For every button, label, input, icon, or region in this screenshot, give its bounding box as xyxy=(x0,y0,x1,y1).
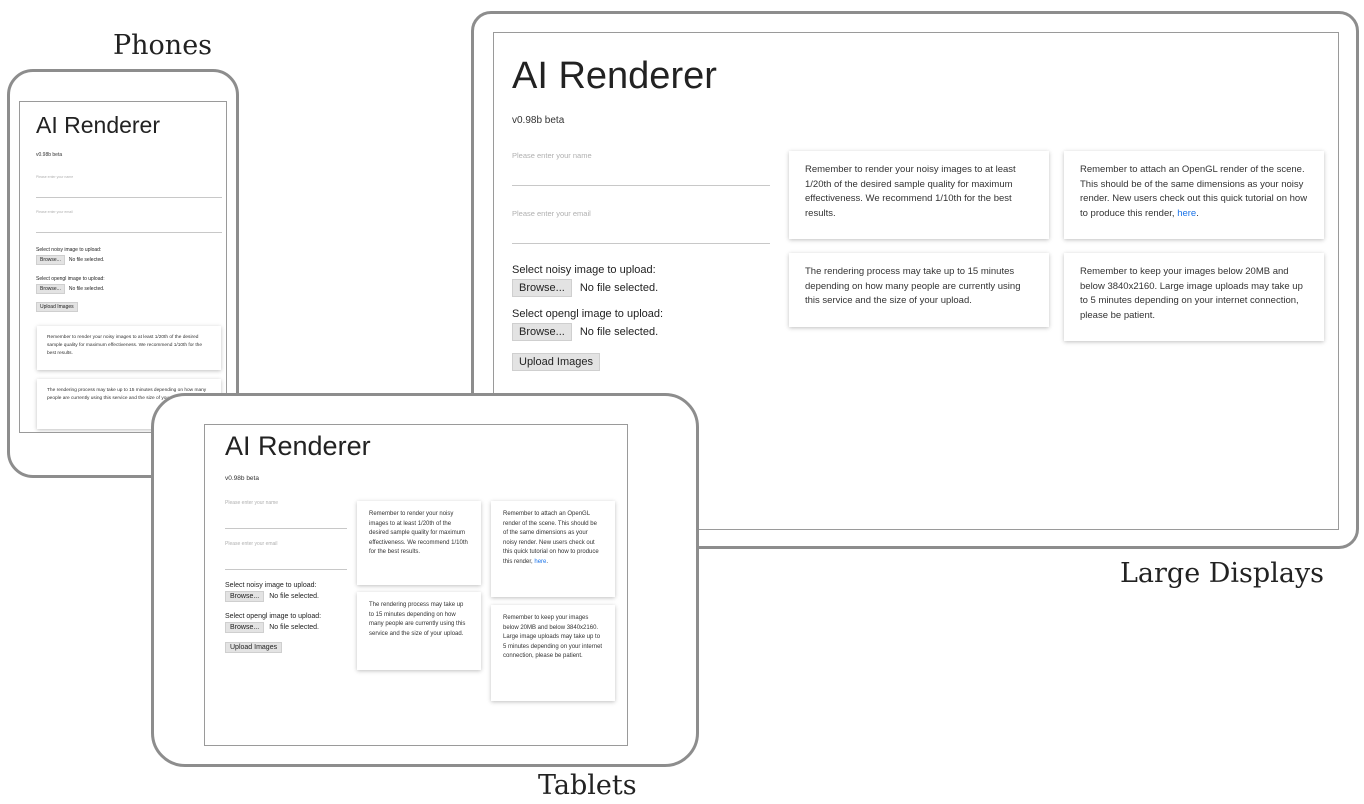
noisy-no-file-text: No file selected. xyxy=(579,282,659,294)
email-field[interactable]: Please enter your email xyxy=(225,539,347,570)
opengl-no-file-text: No file selected. xyxy=(579,326,659,338)
upload-row: Upload Images xyxy=(36,302,82,312)
noisy-file-input[interactable]: Browse... No file selected. xyxy=(512,279,658,297)
card-sample-quality-text: Remember to render your noisy images to … xyxy=(369,511,468,556)
page-title: AI Renderer xyxy=(225,431,371,461)
caption-tablets: Tablets xyxy=(538,770,637,801)
noisy-no-file-text: No file selected. xyxy=(269,593,319,600)
card-timing: The rendering process may take up to 15 … xyxy=(789,253,1049,327)
name-field[interactable]: Please enter your name xyxy=(225,498,347,529)
card-opengl: Remember to attach an OpenGL render of t… xyxy=(1064,151,1324,239)
browse-noisy-button[interactable]: Browse... xyxy=(36,255,65,265)
email-field[interactable]: Please enter your email xyxy=(512,206,770,244)
noisy-image-label: Select noisy image to upload: xyxy=(36,247,102,253)
card-sample-quality-text: Remember to render your noisy images to … xyxy=(805,164,1016,219)
card-timing-text: The rendering process may take up to 15 … xyxy=(805,266,1021,306)
browse-opengl-button[interactable]: Browse... xyxy=(225,622,265,633)
email-placeholder: Please enter your email xyxy=(36,210,73,214)
phone-screen: AI Renderer v0.98b beta Please enter you… xyxy=(19,101,227,433)
opengl-image-label: Select opengl image to upload: xyxy=(225,613,322,620)
upload-row: Upload Images xyxy=(512,353,608,371)
card-sample-quality: Remember to render your noisy images to … xyxy=(357,501,481,585)
card-timing-text: The rendering process may take up to 15 … xyxy=(369,602,466,637)
card-timing: The rendering process may take up to 15 … xyxy=(357,592,481,670)
email-placeholder: Please enter your email xyxy=(225,541,278,547)
tablet-screen: AI Renderer v0.98b beta Please enter you… xyxy=(204,424,628,746)
card-size-limit-text: Remember to keep your images below 20MB … xyxy=(503,615,603,660)
card-opengl-text: Remember to attach an OpenGL render of t… xyxy=(503,511,599,565)
card-size-limit: Remember to keep your images below 20MB … xyxy=(491,605,615,701)
upload-images-button[interactable]: Upload Images xyxy=(36,302,78,312)
opengl-file-input[interactable]: Browse... No file selected. xyxy=(225,622,319,633)
page-title: AI Renderer xyxy=(512,55,717,97)
tutorial-link[interactable]: here xyxy=(534,559,546,565)
opengl-image-label: Select opengl image to upload: xyxy=(36,276,105,282)
opengl-file-input[interactable]: Browse... No file selected. xyxy=(36,284,104,294)
browse-opengl-button[interactable]: Browse... xyxy=(36,284,65,294)
name-placeholder: Please enter your name xyxy=(225,500,279,506)
card-size-limit-text: Remember to keep your images below 20MB … xyxy=(1080,266,1303,321)
version-label: v0.98b beta xyxy=(225,475,259,482)
browse-opengl-button[interactable]: Browse... xyxy=(512,323,572,341)
page-title: AI Renderer xyxy=(36,112,161,138)
browse-noisy-button[interactable]: Browse... xyxy=(225,591,265,602)
email-field[interactable]: Please enter your email xyxy=(36,208,222,233)
version-label: v0.98b beta xyxy=(36,152,63,158)
opengl-file-input[interactable]: Browse... No file selected. xyxy=(512,323,658,341)
opengl-no-file-text: No file selected. xyxy=(269,624,319,631)
card-size-limit: Remember to keep your images below 20MB … xyxy=(1064,253,1324,341)
name-field[interactable]: Please enter your name xyxy=(512,148,770,186)
card-sample-quality: Remember to render your noisy images to … xyxy=(37,326,221,370)
caption-phones: Phones xyxy=(113,30,213,61)
noisy-no-file-text: No file selected. xyxy=(68,257,105,263)
card-opengl: Remember to attach an OpenGL render of t… xyxy=(491,501,615,597)
upload-row: Upload Images xyxy=(225,642,287,653)
opengl-no-file-text: No file selected. xyxy=(68,286,105,292)
tablet-frame: AI Renderer v0.98b beta Please enter you… xyxy=(151,393,699,767)
card-sample-quality: Remember to render your noisy images to … xyxy=(789,151,1049,239)
tutorial-link[interactable]: here xyxy=(1177,208,1196,219)
email-placeholder: Please enter your email xyxy=(512,209,591,218)
name-field[interactable]: Please enter your name xyxy=(36,173,222,198)
card-sample-quality-text: Remember to render your noisy images to … xyxy=(47,335,202,356)
browse-noisy-button[interactable]: Browse... xyxy=(512,279,572,297)
opengl-image-label: Select opengl image to upload: xyxy=(512,308,664,320)
noisy-file-input[interactable]: Browse... No file selected. xyxy=(225,591,319,602)
version-label: v0.98b beta xyxy=(512,115,565,126)
noisy-image-label: Select noisy image to upload: xyxy=(225,582,317,589)
upload-images-button[interactable]: Upload Images xyxy=(225,642,283,653)
name-placeholder: Please enter your name xyxy=(36,175,74,179)
upload-images-button[interactable]: Upload Images xyxy=(512,353,600,371)
noisy-file-input[interactable]: Browse... No file selected. xyxy=(36,255,104,265)
noisy-image-label: Select noisy image to upload: xyxy=(512,264,656,276)
caption-large-displays: Large Displays xyxy=(1120,558,1325,589)
name-placeholder: Please enter your name xyxy=(512,151,592,160)
